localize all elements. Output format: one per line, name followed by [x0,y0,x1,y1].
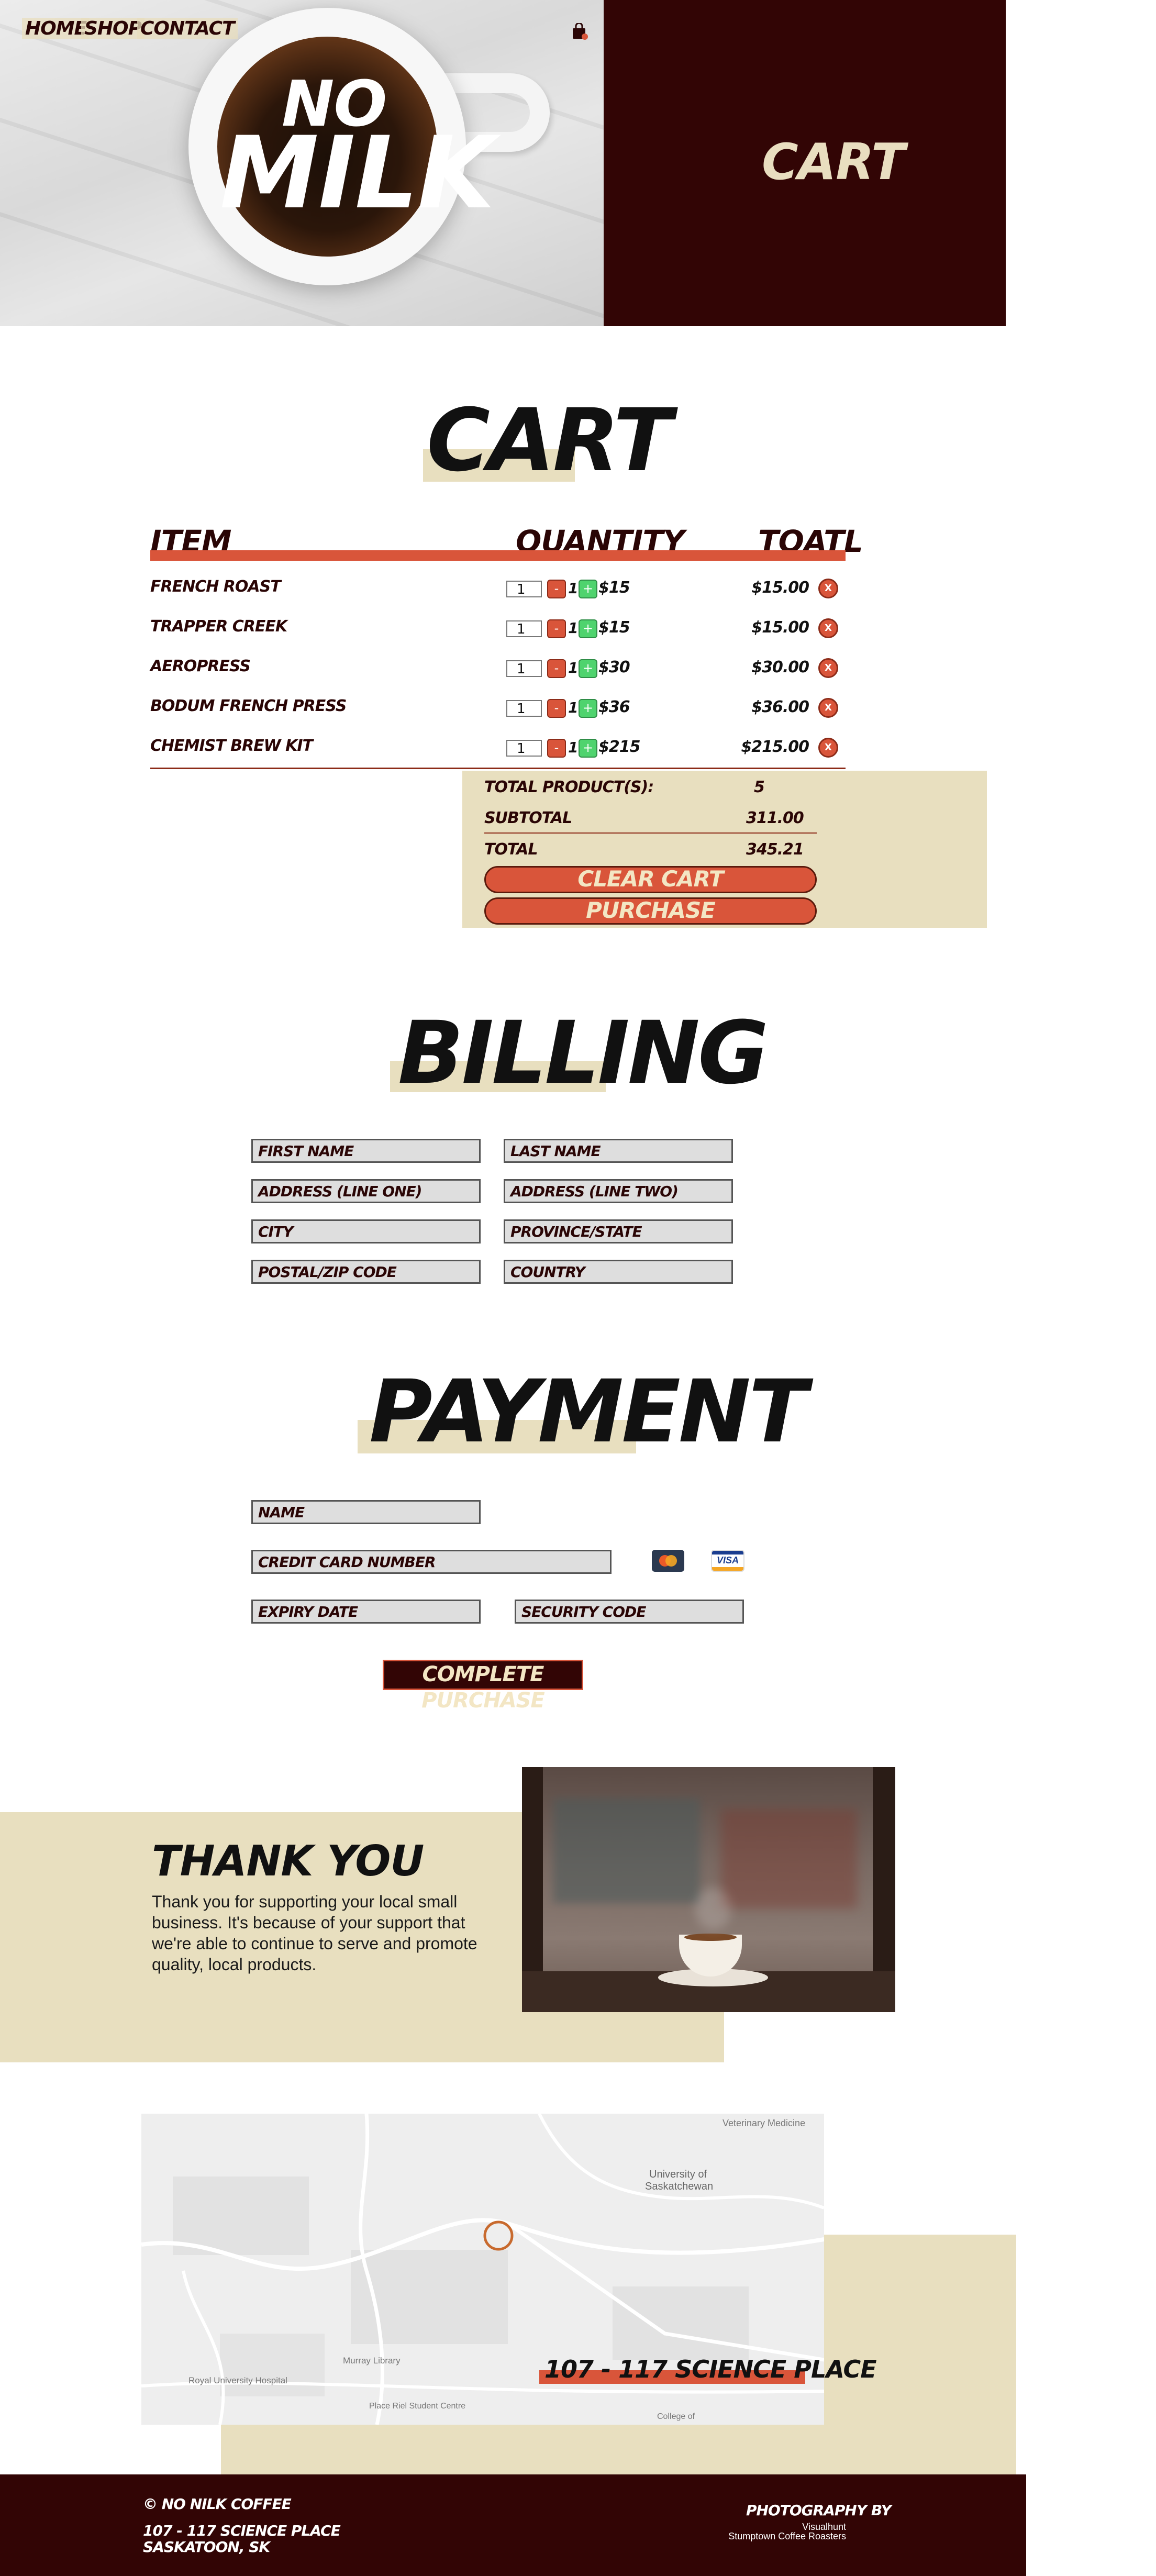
line-total: $36.00 [751,698,809,716]
last-name-field[interactable]: LAST NAME [504,1139,733,1163]
billing-title: BILLING [398,1003,769,1103]
item-name: FRENCH ROAST [150,578,281,596]
map-address: 107 - 117 SCIENCE PLACE [544,2355,877,2383]
decrease-button[interactable]: - [547,659,566,678]
quantity-count: 1 [568,659,579,676]
line-total: $30.00 [751,658,809,676]
quantity-count: 1 [568,739,579,756]
unit-price: $30 [598,658,630,676]
remove-button[interactable]: X [818,658,838,678]
decrease-button[interactable]: - [547,580,566,598]
address-line-two-field[interactable]: ADDRESS (LINE TWO) [504,1179,733,1203]
hero-image: NO MILK [0,0,604,326]
item-name: TRAPPER CREEK [150,617,287,636]
name-field[interactable]: NAME [251,1500,481,1524]
map-label-vet: Veterinary Medicine [722,2118,806,2128]
thank-you-text: Thank you for supporting your local smal… [152,1892,477,1974]
item-name: CHEMIST BREW KIT [150,737,313,755]
subtotal-value: 311.00 [746,809,804,827]
quantity-count: 1 [568,580,579,597]
credit-card-field[interactable]: CREDIT CARD NUMBER [251,1550,612,1574]
increase-button[interactable]: + [579,580,597,598]
remove-button[interactable]: X [818,579,838,598]
remove-button[interactable]: X [818,618,838,638]
decrease-button[interactable]: - [547,619,566,638]
line-total: $15.00 [751,579,809,597]
map-label-library: Murray Library [343,2356,401,2366]
map-label-college: College of [657,2412,695,2421]
footer-address-line-1: 107 - 117 SCIENCE PLACE [143,2522,341,2539]
subtotal-label: SUBTOTAL [484,809,572,827]
decrease-button[interactable]: - [547,739,566,758]
quantity-input[interactable]: 1 [506,620,542,637]
nav-home[interactable]: HOME [22,18,90,39]
unit-price: $36 [598,698,630,716]
city-field[interactable]: CITY [251,1219,481,1243]
quantity-input[interactable]: 1 [506,740,542,757]
map-label-usask-2: Saskatchewan [645,2181,714,2192]
first-name-field[interactable]: FIRST NAME [251,1139,481,1163]
visa-label: VISA [716,1555,739,1565]
purchase-button[interactable]: PURCHASE [484,897,817,925]
postal-code-field[interactable]: POSTAL/ZIP CODE [251,1260,481,1284]
increase-button[interactable]: + [579,659,597,678]
map-label-usask-1: University of [649,2169,707,2180]
increase-button[interactable]: + [579,739,597,758]
item-name: AEROPRESS [150,657,251,675]
line-total: $215.00 [741,738,809,756]
map-label-hospital: Royal University Hospital [188,2375,287,2385]
table-row: CHEMIST BREW KIT 1 - 1 + $215 $215.00 X [150,727,846,767]
address-line-one-field[interactable]: ADDRESS (LINE ONE) [251,1179,481,1203]
total-label: TOTAL [484,840,538,859]
nav-contact[interactable]: CONTACT [137,18,238,39]
unit-price: $215 [598,738,640,756]
coffee-window-photo [522,1767,895,2012]
thank-you-title: THANK YOU [152,1837,424,1885]
footer-address-line-2: SASKATOON, SK [143,2538,270,2556]
quantity-count: 1 [568,619,579,637]
complete-purchase-button[interactable]: COMPLETE PURCHASE [383,1660,583,1713]
mastercard-icon [652,1550,684,1572]
country-field[interactable]: COUNTRY [504,1260,733,1284]
total-products-label: TOTAL PRODUCT(S): [484,778,654,796]
increase-button[interactable]: + [579,619,597,638]
cart-title: CART [427,390,672,491]
cart-divider [150,768,846,769]
increase-button[interactable]: + [579,699,597,718]
hero-cart-title: CART [762,134,905,191]
remove-button[interactable]: X [818,738,838,758]
nav-shop[interactable]: SHOP [81,18,145,39]
province-field[interactable]: PROVINCE/STATE [504,1219,733,1243]
unit-price: $15 [598,579,630,597]
map-label-student-centre: Place Riel Student Centre [369,2402,466,2411]
line-total: $15.00 [751,618,809,637]
footer-photo-by: PHOTOGRAPHY BY [746,2502,892,2519]
payment-title: PAYMENT [369,1361,808,1462]
table-row: TRAPPER CREEK 1 - 1 + $15 $15.00 X [150,608,846,648]
cart-bag-icon[interactable] [571,22,588,41]
visa-icon: VISA [711,1550,744,1572]
table-row: BODUM FRENCH PRESS 1 - 1 + $36 $36.00 X [150,687,846,727]
item-name: BODUM FRENCH PRESS [150,697,347,715]
summary-divider [484,832,817,834]
quantity-input[interactable]: 1 [506,660,542,677]
remove-button[interactable]: X [818,698,838,718]
quantity-input[interactable]: 1 [506,700,542,717]
decrease-button[interactable]: - [547,699,566,718]
total-products-value: 5 [754,778,765,796]
logo-milk: MILK [220,115,495,231]
security-code-field[interactable]: SECURITY CODE [515,1600,744,1624]
total-value: 345.21 [746,840,804,859]
table-row: AEROPRESS 1 - 1 + $30 $30.00 X [150,648,846,687]
footer-credit-2: Stumptown Coffee Roasters [728,2531,846,2541]
expiry-date-field[interactable]: EXPIRY DATE [251,1600,481,1624]
footer-copyright: © NO NILK COFFEE [143,2495,292,2513]
header-underline [150,550,846,561]
quantity-input[interactable]: 1 [506,581,542,597]
clear-cart-button[interactable]: CLEAR CART [484,866,817,893]
unit-price: $15 [598,618,630,637]
table-row: FRENCH ROAST 1 - 1 + $15 $15.00 X [150,568,846,608]
quantity-count: 1 [568,699,579,716]
